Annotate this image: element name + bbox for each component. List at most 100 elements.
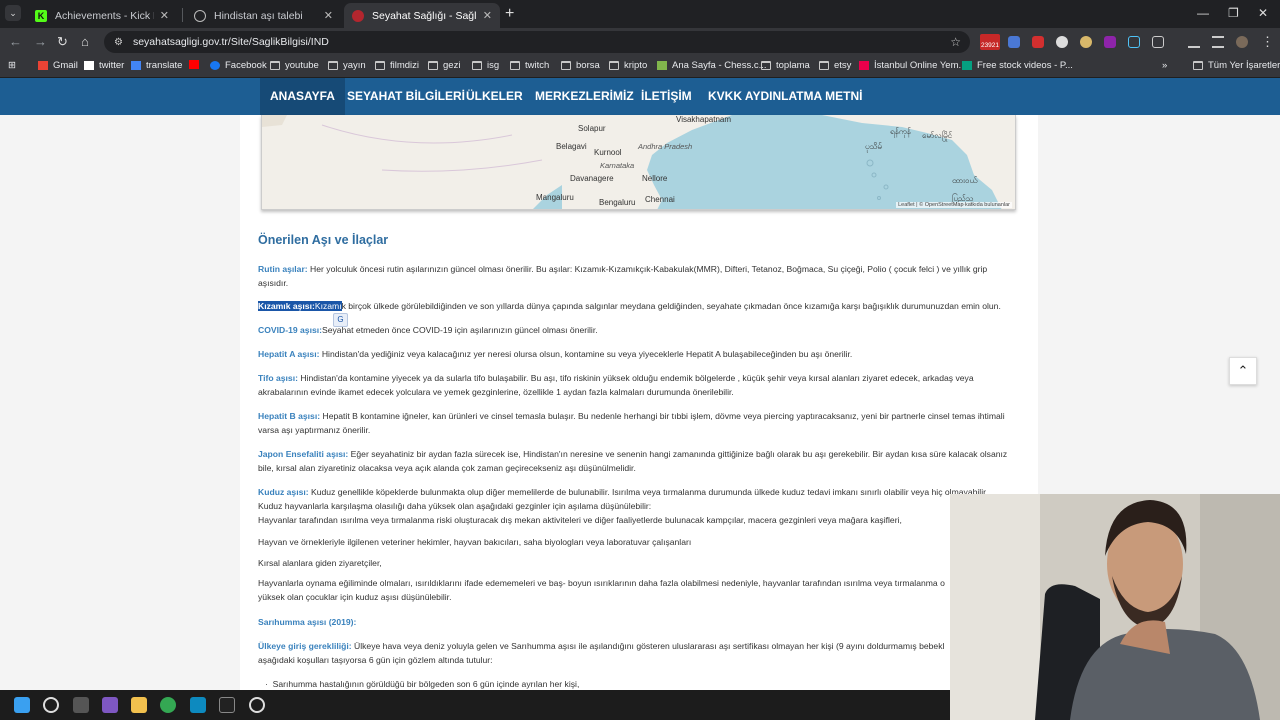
scroll-to-top-button[interactable]: ⌃ xyxy=(1229,357,1257,385)
nav-iletisim[interactable]: İLETİŞİM xyxy=(631,78,702,115)
bookmark-label: isg xyxy=(487,60,500,71)
paragraph-kuduz: Kuduz aşısı: Kuduz genellikle köpeklerde… xyxy=(258,485,1016,527)
maximize-icon[interactable]: ❐ xyxy=(1228,6,1239,20)
chrome-icon[interactable] xyxy=(160,697,176,713)
bookmark-folder-youtube[interactable]: youtube xyxy=(270,60,319,71)
map-label: Visakhapatnam xyxy=(676,115,731,124)
all-bookmarks[interactable]: Tüm Yer İşaretleri xyxy=(1193,60,1280,71)
vaccine-text: Hayvanlar tarafından ısırılma veya tırma… xyxy=(258,515,902,525)
tab-kick-dashboard[interactable]: K Achievements - Kick Dashboard ✕ xyxy=(27,3,177,28)
bookmark-label: gezi xyxy=(443,60,461,71)
bookmark-yemeksepeti[interactable]: İstanbul Online Yem... xyxy=(859,60,966,71)
nav-kvkk[interactable]: KVKK AYDINLATMA METNİ xyxy=(698,78,872,115)
bookmark-folder-isg[interactable]: isg xyxy=(472,60,499,71)
new-tab-icon[interactable]: + xyxy=(505,5,514,23)
nav-merkezlerimiz[interactable]: MERKEZLERİMİZ xyxy=(525,78,644,115)
bookmark-folder-borsa[interactable]: borsa xyxy=(561,60,600,71)
minimize-icon[interactable]: — xyxy=(1197,6,1209,20)
reload-icon[interactable]: ↻ xyxy=(57,34,68,50)
chrome-menu-icon[interactable]: ⋮ xyxy=(1261,34,1274,50)
bookmark-star-icon[interactable]: ☆ xyxy=(950,35,961,49)
task-view-icon[interactable] xyxy=(73,697,89,713)
tradingview-icon[interactable] xyxy=(219,697,235,713)
folder-icon xyxy=(428,61,438,70)
map-label: ထားဝယ် xyxy=(952,176,978,185)
extension-badge-icon[interactable]: 23921 xyxy=(980,34,1000,50)
forward-icon[interactable]: → xyxy=(34,34,47,49)
file-explorer-icon[interactable] xyxy=(131,697,147,713)
webcam-overlay xyxy=(950,494,1280,720)
copilot-icon[interactable] xyxy=(102,697,118,713)
bookmark-facebook[interactable]: Facebook xyxy=(210,60,267,71)
adblock-extension-icon[interactable] xyxy=(1032,36,1044,48)
paragraph-japon-ensefaliti: Japon Ensefaliti aşısı: Eğer seyahatiniz… xyxy=(258,447,1016,475)
paragraph-giris: Ülkeye giriş gerekliliği: Ülkeye hava ve… xyxy=(258,639,958,667)
country-map[interactable]: Visakhapatnam Solapur Kurnool Andhra Pra… xyxy=(261,115,1016,210)
address-bar[interactable]: ⚙ seyahatsagligi.gov.tr/Site/SaglikBilgi… xyxy=(104,31,970,53)
tab-search-button[interactable]: ⌄ xyxy=(5,5,21,21)
profile-avatar[interactable] xyxy=(1236,36,1248,48)
obs-icon[interactable] xyxy=(249,697,265,713)
bookmark-label: Facebook xyxy=(225,60,267,71)
bookmark-label: yayın xyxy=(343,60,366,71)
extension-icon[interactable] xyxy=(1104,36,1116,48)
bookmark-twitter[interactable]: twitter xyxy=(84,60,124,71)
nav-ulkeler[interactable]: ÜLKELER xyxy=(456,78,533,115)
download-icon[interactable] xyxy=(1188,36,1200,48)
tab-seyahat-sagligi[interactable]: Seyahat Sağlığı - Sağlık Bilgisi ✕ xyxy=(344,3,500,28)
windows-taskbar xyxy=(0,690,950,720)
map-label: Karnataka xyxy=(600,161,635,170)
nav-seyahat-bilgileri[interactable]: SEYAHAT BİLGİLERİ xyxy=(337,78,475,115)
bookmark-youtube-video[interactable] xyxy=(189,60,204,69)
translate-extension-icon[interactable] xyxy=(1008,36,1020,48)
nav-anasayfa[interactable]: ANASAYFA xyxy=(260,78,345,115)
extension-icon[interactable] xyxy=(1056,36,1068,48)
vaccine-text: Seyahat etmeden önce COVID-19 için aşıla… xyxy=(322,325,598,335)
bookmark-chess[interactable]: Ana Sayfa - Chess.c... xyxy=(657,60,767,71)
bookmark-label: youtube xyxy=(285,60,319,71)
tab-hindistan-asi[interactable]: Hindistan aşı talebi ✕ xyxy=(186,3,341,28)
extensions-puzzle-icon[interactable] xyxy=(1152,36,1164,48)
bookmark-gmail[interactable]: Gmail xyxy=(38,60,78,71)
vaccine-text: Ülkeye hava veya deniz yoluyla gelen ve … xyxy=(258,641,945,665)
app-icon[interactable] xyxy=(190,697,206,713)
map-attribution[interactable]: Leaflet | © OpenStreetMap katkıda buluna… xyxy=(896,202,1012,208)
vaccine-text: Her yolculuk öncesi rutin aşılarınızın g… xyxy=(258,264,988,288)
close-tab-icon[interactable]: ✕ xyxy=(324,9,333,22)
back-icon[interactable]: ← xyxy=(9,34,22,49)
bookmark-folder-etsy[interactable]: etsy xyxy=(819,60,851,71)
vaccine-label: Rutin aşılar: xyxy=(258,264,308,274)
map-label: Solapur xyxy=(578,124,606,133)
bookmark-translate[interactable]: translate xyxy=(131,60,182,71)
more-bookmarks-icon[interactable]: » xyxy=(1162,60,1167,71)
bullet-text: Sarıhumma hastalığının görüldüğü bir böl… xyxy=(272,679,580,689)
close-tab-icon[interactable]: ✕ xyxy=(160,9,169,22)
bookmark-folder-yayin[interactable]: yayın xyxy=(328,60,366,71)
folder-icon xyxy=(609,61,619,70)
vaccine-label: Hepatit A aşısı: xyxy=(258,349,320,359)
extension-icon[interactable] xyxy=(1080,36,1092,48)
tab-strip: ⌄ K Achievements - Kick Dashboard ✕ Hind… xyxy=(0,0,1280,28)
vaccine-label: Hepatit B aşısı: xyxy=(258,411,321,421)
bookmark-label: filmdizi xyxy=(390,60,420,71)
home-icon[interactable]: ⌂ xyxy=(81,34,89,49)
bookmark-folder-gezi[interactable]: gezi xyxy=(428,60,460,71)
audio-extension-icon[interactable] xyxy=(1128,36,1140,48)
site-info-icon[interactable]: ⚙ xyxy=(114,37,123,48)
url-text[interactable]: seyahatsagligi.gov.tr/Site/SaglikBilgisi… xyxy=(133,36,329,48)
close-window-icon[interactable]: ✕ xyxy=(1258,6,1268,20)
bookmark-folder-filmdizi[interactable]: filmdizi xyxy=(375,60,419,71)
search-icon[interactable] xyxy=(43,697,59,713)
apps-grid-icon[interactable]: ⊞ xyxy=(8,60,16,71)
bookmark-pexels[interactable]: Free stock videos - P... xyxy=(962,60,1073,71)
windows-start-icon[interactable] xyxy=(14,697,30,713)
tab-divider xyxy=(182,8,183,22)
close-tab-icon[interactable]: ✕ xyxy=(483,9,492,22)
vaccine-label: Kuduz aşısı: xyxy=(258,487,309,497)
bookmark-folder-kripto[interactable]: kripto xyxy=(609,60,647,71)
bookmark-label: Tüm Yer İşaretleri xyxy=(1208,60,1280,71)
bookmark-folder-twitch[interactable]: twitch xyxy=(510,60,549,71)
bookmark-folder-toplama[interactable]: toplama xyxy=(761,60,810,71)
reading-list-icon[interactable] xyxy=(1212,36,1224,48)
vaccine-text: Kuduz genellikle köpeklerde bulunmakta o… xyxy=(308,487,988,497)
